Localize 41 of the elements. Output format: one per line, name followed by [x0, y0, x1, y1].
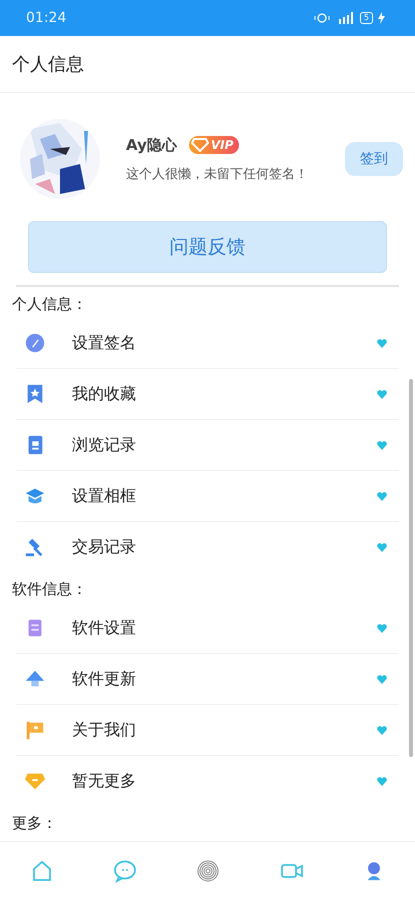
status-time: 01:24	[26, 10, 66, 26]
menu-item[interactable]: 交易记录	[16, 522, 399, 572]
menu-item[interactable]: 设置相框	[16, 471, 399, 522]
heart-icon	[377, 492, 387, 500]
menu-item[interactable]: 设置签名	[16, 318, 399, 369]
heart-icon	[377, 776, 387, 786]
menu-label: 软件更新	[72, 668, 137, 690]
menu-label: 暂无更多	[72, 770, 137, 792]
heart-icon	[377, 390, 387, 398]
menu-item[interactable]: 关于我们	[16, 705, 399, 756]
fingerprint-icon	[196, 858, 220, 882]
menu-label: 交易记录	[72, 536, 137, 558]
menu-item[interactable]: 软件更新	[16, 654, 399, 705]
heart-icon	[377, 726, 387, 734]
heart-icon	[377, 440, 387, 450]
section-heading: 软件信息：	[11, 579, 88, 600]
pen-icon	[24, 332, 46, 354]
battery-level: 5	[360, 12, 373, 24]
charging-icon	[378, 12, 385, 24]
menu-label: 软件设置	[72, 618, 137, 638]
heart-icon	[377, 624, 387, 632]
section-heading: 更多：	[11, 813, 58, 834]
menu-label: 关于我们	[72, 720, 137, 740]
menu-item[interactable]: 软件设置	[16, 603, 399, 654]
heart-icon	[377, 674, 387, 684]
menu-label: 浏览记录	[72, 434, 137, 456]
user-signature: 这个人很懒，未留下任何签名！	[126, 166, 309, 182]
page-title: 个人信息	[0, 36, 415, 93]
menu-label: 设置相框	[72, 486, 137, 506]
heart-icon	[377, 542, 387, 552]
vip-badge: VIP	[188, 136, 240, 154]
menu-label: 设置签名	[72, 332, 137, 354]
user-name: Ay隐心	[126, 136, 177, 154]
menu-item[interactable]: 暂无更多	[16, 756, 399, 806]
chat-icon	[113, 858, 138, 882]
menu-item[interactable]: 浏览记录	[16, 420, 399, 471]
section-heading: 个人信息：	[11, 294, 88, 315]
flag-icon	[24, 719, 46, 741]
heart-icon	[377, 338, 387, 348]
menu-item[interactable]: 我的收藏	[16, 369, 399, 420]
menu-label: 我的收藏	[72, 384, 137, 404]
